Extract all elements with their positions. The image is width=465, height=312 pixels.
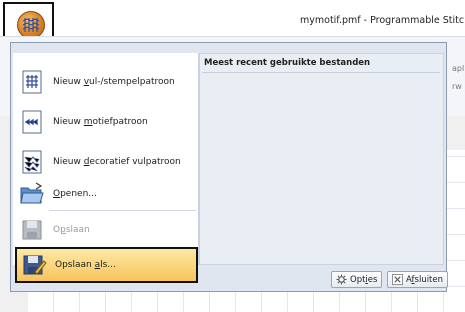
menu-item-new-motif[interactable]: Nieuw motiefpatroon	[15, 105, 196, 139]
ribbon-text-fragment-2: rw	[452, 82, 462, 91]
menu-item-open[interactable]: Openen...	[15, 177, 196, 211]
menu-item-label: Nieuw motiefpatroon	[53, 117, 148, 127]
options-button-label: Opties	[350, 274, 378, 285]
menu-item-label: Nieuw decoratief vulpatroon	[53, 157, 181, 167]
menu-item-save[interactable]: Opslaan	[15, 213, 196, 247]
stitch-logo-icon	[22, 18, 40, 32]
fill-stamp-pattern-icon	[19, 69, 45, 95]
menu-item-label: Nieuw vul-/stempelpatroon	[53, 77, 175, 87]
gear-icon	[336, 274, 347, 285]
recent-files-pane: Meest recent gebruikte bestanden	[199, 53, 444, 265]
ribbon-text-fragment-1: apl	[452, 64, 465, 73]
menu-commands-pane: Nieuw vul-/stempelpatroon Nieuw motiefpa…	[13, 53, 199, 283]
open-folder-icon	[19, 181, 45, 207]
application-menu: Nieuw vul-/stempelpatroon Nieuw motiefpa…	[10, 42, 449, 292]
recent-files-header: Meest recent gebruikte bestanden	[204, 58, 371, 68]
menu-item-new-decorative-fill[interactable]: Nieuw decoratief vulpatroon	[15, 145, 196, 179]
close-icon	[392, 274, 403, 285]
window-title: mymotif.pmf - Programmable Stitch C	[300, 15, 465, 26]
motif-pattern-icon	[19, 109, 45, 135]
decorative-fill-icon	[19, 149, 45, 175]
recent-files-divider	[202, 72, 440, 73]
application-menu-button[interactable]	[17, 11, 45, 39]
menu-bottom-bar: Opties Afsluiten	[13, 267, 449, 291]
exit-button-label: Afsluiten	[406, 274, 444, 285]
menu-item-label: Opslaan	[53, 225, 90, 235]
menu-item-label: Openen...	[53, 189, 97, 199]
ribbon-text-fragment: apl rw	[452, 60, 464, 96]
menu-item-new-fill-stamp[interactable]: Nieuw vul-/stempelpatroon	[15, 65, 196, 99]
options-button[interactable]: Opties	[331, 271, 383, 288]
save-icon	[19, 217, 45, 243]
exit-button[interactable]: Afsluiten	[387, 271, 449, 288]
